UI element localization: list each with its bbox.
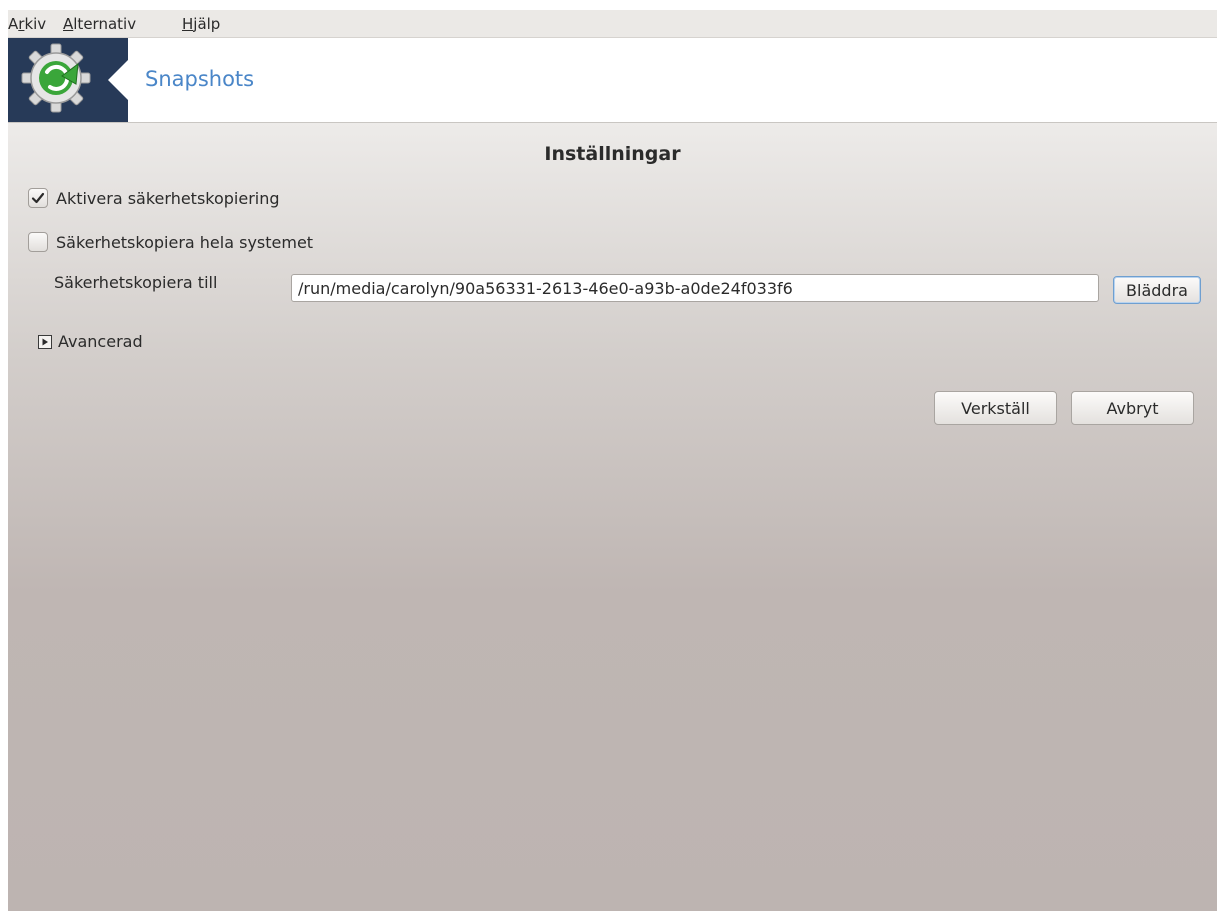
advanced-label: Avancerad (58, 332, 143, 351)
triangle-right-icon (38, 334, 52, 349)
backup-whole-system-row[interactable]: Säkerhetskopiera hela systemet (28, 231, 313, 253)
enable-backup-checkbox[interactable] (28, 188, 48, 208)
backup-whole-system-label: Säkerhetskopiera hela systemet (56, 232, 314, 252)
apply-button[interactable]: Verkställ (934, 391, 1057, 425)
advanced-expander[interactable]: Avancerad (38, 332, 143, 351)
enable-backup-label: Aktivera säkerhetskopiering (56, 188, 280, 208)
app-header: Snapshots (8, 38, 1217, 123)
backup-to-label: Säkerhetskopiera till (54, 273, 218, 292)
logo-panel (8, 38, 128, 122)
cancel-button[interactable]: Avbryt (1071, 391, 1194, 425)
menu-arkiv[interactable]: Arkiv (8, 15, 46, 33)
checkmark-icon (31, 192, 45, 204)
backup-path-input[interactable] (291, 274, 1099, 302)
app-title: Snapshots (145, 67, 255, 91)
menu-alternativ-mnemonic: A (63, 15, 74, 33)
menu-arkiv-prefix: A (8, 15, 19, 33)
settings-panel: Inställningar Aktivera säkerhetskopierin… (8, 123, 1217, 911)
menu-hjalp[interactable]: Hjälp (182, 15, 220, 33)
browse-button[interactable]: Bläddra (1113, 276, 1201, 304)
backup-whole-system-checkbox[interactable] (28, 232, 48, 252)
menu-arkiv-suffix: kiv (24, 15, 47, 33)
menu-hjalp-suffix: jälp (193, 15, 221, 33)
menu-hjalp-mnemonic: H (182, 15, 194, 33)
menu-bar: Arkiv Alternativ Hjälp (8, 10, 1217, 38)
menu-alternativ-suffix: lternativ (73, 15, 137, 33)
enable-backup-row[interactable]: Aktivera säkerhetskopiering (28, 187, 280, 209)
snapshots-window: Arkiv Alternativ Hjälp Snapshots Inställ… (0, 0, 1217, 911)
section-title: Inställningar (544, 143, 681, 165)
menu-alternativ[interactable]: Alternativ (63, 15, 136, 33)
header-notch (108, 60, 128, 100)
